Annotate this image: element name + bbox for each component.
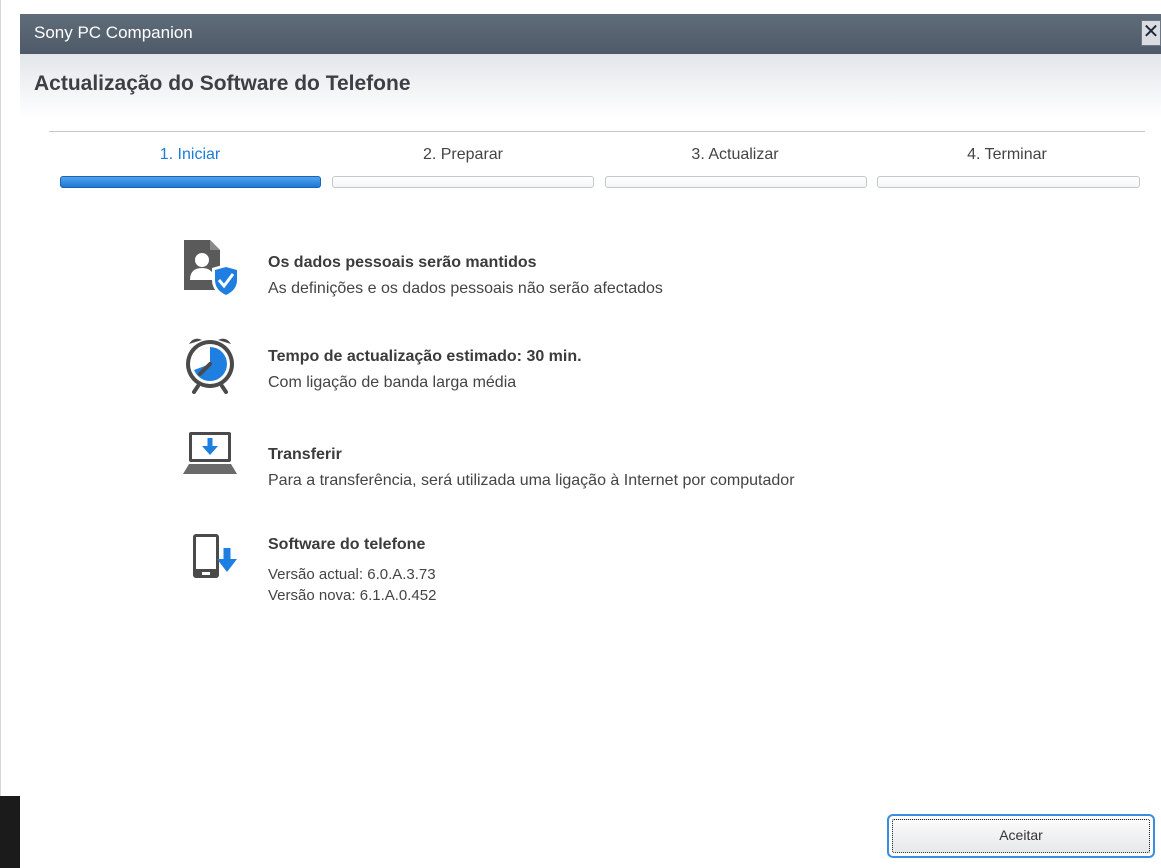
step-2-progress <box>332 176 594 188</box>
step-4-label: 4. Terminar <box>967 146 1047 163</box>
step-2-label: 2. Preparar <box>422 146 504 163</box>
page-title: Actualização do Software do Telefone <box>34 72 411 95</box>
item-heading: Software do telefone <box>268 536 426 553</box>
phone-download-icon <box>180 522 240 582</box>
personal-data-shield-icon <box>180 240 240 300</box>
item-heading: Transferir <box>268 446 342 463</box>
page-header: Actualização do Software do Telefone <box>20 54 1161 118</box>
item-heading: Tempo de actualização estimado: 30 min. <box>268 348 582 365</box>
current-version-text: Versão actual: 6.0.A.3.73 <box>268 566 436 583</box>
laptop-download-icon <box>180 424 240 484</box>
close-button[interactable]: ✕ <box>1141 20 1161 46</box>
background-edge-line <box>0 0 1 868</box>
close-icon: ✕ <box>1142 21 1160 43</box>
step-3-progress <box>605 176 867 188</box>
alarm-clock-icon <box>180 334 240 394</box>
dialog-window: Sony PC Companion ✕ Actualização do Soft… <box>20 14 1161 868</box>
step-1-progress <box>60 176 321 188</box>
step-4-progress <box>877 176 1140 188</box>
item-description: Para a transferência, será utilizada uma… <box>268 472 795 489</box>
window-title: Sony PC Companion <box>34 23 193 42</box>
background-edge <box>0 0 20 868</box>
title-bar[interactable]: Sony PC Companion ✕ <box>20 14 1161 54</box>
item-description: Com ligação de banda larga média <box>268 374 517 391</box>
item-description: As definições e os dados pessoais não se… <box>268 280 663 297</box>
accept-button[interactable]: Aceitar <box>887 814 1155 858</box>
background-dark-area <box>0 796 20 868</box>
step-1-label: 1. Iniciar <box>159 146 221 163</box>
accept-button-label: Aceitar <box>999 827 1043 843</box>
new-version-text: Versão nova: 6.1.A.0.452 <box>268 587 437 604</box>
step-3-label: 3. Actualizar <box>691 146 779 163</box>
steps-divider <box>49 131 1145 132</box>
item-heading: Os dados pessoais serão mantidos <box>268 254 537 271</box>
